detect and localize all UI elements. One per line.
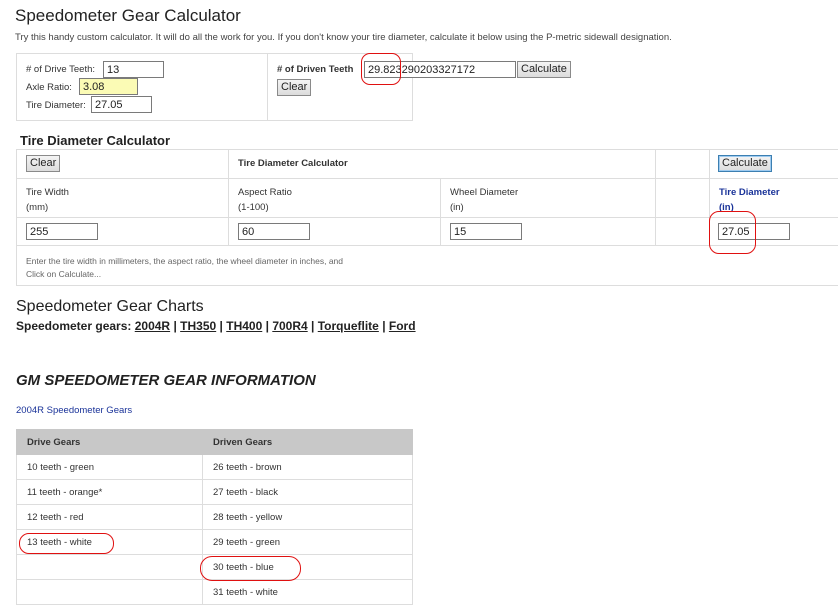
drive-gear-cell: 13 teeth - white xyxy=(16,529,203,555)
link-separator: | xyxy=(311,319,315,333)
tire-row-line-1 xyxy=(16,149,838,150)
tire-width-label: Tire Width xyxy=(26,187,69,198)
link-separator: | xyxy=(219,319,223,333)
driven-teeth-input[interactable] xyxy=(364,61,516,78)
link-2004r[interactable]: 2004R xyxy=(135,319,170,333)
page-title: Speedometer Gear Calculator xyxy=(15,6,241,25)
gm-subheading: 2004R Speedometer Gears xyxy=(16,405,133,416)
calculate-gear-button[interactable]: Calculate xyxy=(517,61,571,78)
driven-gear-cell: 29 teeth - green xyxy=(202,529,413,555)
drive-gear-cell xyxy=(16,579,203,605)
tire-calc-heading: Tire Diameter Calculator xyxy=(20,133,171,148)
driven-gear-cell: 27 teeth - black xyxy=(202,479,413,505)
axle-ratio-label: Axle Ratio: xyxy=(26,82,72,93)
tire-calc-header-label: Tire Diameter Calculator xyxy=(238,158,348,169)
table-row: 30 teeth - blue xyxy=(16,554,413,580)
aspect-ratio-unit: (1-100) xyxy=(238,202,269,213)
table-row: 13 teeth - white 29 teeth - green xyxy=(16,529,413,555)
driven-gear-cell: 30 teeth - blue xyxy=(202,554,413,580)
drive-gear-cell: 12 teeth - red xyxy=(16,504,203,530)
calculate-tire-button[interactable]: Calculate xyxy=(718,155,772,172)
gm-heading: GM SPEEDOMETER GEAR INFORMATION xyxy=(16,372,316,389)
tire-diameter-input[interactable] xyxy=(91,96,152,113)
result-diameter-unit: (in) xyxy=(719,202,734,213)
link-700r4[interactable]: 700R4 xyxy=(272,319,307,333)
table-row: 11 teeth - orange* 27 teeth - black xyxy=(16,479,413,505)
tire-diameter-label: Tire Diameter: xyxy=(26,100,86,111)
tire-col-line-3 xyxy=(655,149,656,245)
link-separator: | xyxy=(265,319,269,333)
driven-gear-cell: 26 teeth - brown xyxy=(202,454,413,480)
axle-ratio-input[interactable] xyxy=(79,78,138,95)
tire-help-line-1: Enter the tire width in millimeters, the… xyxy=(26,256,344,266)
aspect-ratio-input[interactable] xyxy=(238,223,310,240)
table-row: 12 teeth - red 28 teeth - yellow xyxy=(16,504,413,530)
driven-gear-cell: 31 teeth - white xyxy=(202,579,413,605)
tire-row-line-2 xyxy=(16,178,838,179)
charts-heading: Speedometer Gear Charts xyxy=(16,298,204,315)
table-header-row: Drive Gears Driven Gears xyxy=(16,429,413,455)
tire-col-line-2 xyxy=(440,178,441,245)
tire-width-unit: (mm) xyxy=(26,202,49,213)
tire-width-input[interactable] xyxy=(26,223,98,240)
drive-gear-cell: 11 teeth - orange* xyxy=(16,479,203,505)
driven-teeth-label: # of Driven Teeth xyxy=(277,64,354,75)
drive-gear-cell xyxy=(16,554,203,580)
tire-col-line-4 xyxy=(709,149,710,245)
drive-teeth-label: # of Drive Teeth: xyxy=(26,64,96,75)
tire-row-line-5 xyxy=(16,285,838,286)
col-drive-gears: Drive Gears xyxy=(16,429,203,455)
result-diameter-label: Tire Diameter xyxy=(719,187,780,198)
table-row: 10 teeth - green 26 teeth - brown xyxy=(16,454,413,480)
charts-prefix: Speedometer gears: xyxy=(16,319,132,333)
intro-text: Try this handy custom calculator. It wil… xyxy=(15,32,672,43)
link-th400[interactable]: TH400 xyxy=(226,319,262,333)
tire-row-line-3 xyxy=(16,217,838,218)
charts-links-row: Speedometer gears: 2004R | TH350 | TH400… xyxy=(16,319,416,333)
drive-gear-cell: 10 teeth - green xyxy=(16,454,203,480)
gear-table: Drive Gears Driven Gears 10 teeth - gree… xyxy=(16,429,413,605)
link-torqueflite[interactable]: Torqueflite xyxy=(318,319,379,333)
clear-gear-button[interactable]: Clear xyxy=(277,79,312,96)
wheel-diameter-label: Wheel Diameter xyxy=(450,187,519,198)
result-diameter-input[interactable] xyxy=(718,223,790,240)
link-ford[interactable]: Ford xyxy=(389,319,416,333)
wheel-diameter-input[interactable] xyxy=(450,223,522,240)
link-th350[interactable]: TH350 xyxy=(180,319,216,333)
clear-tire-button[interactable]: Clear xyxy=(26,155,61,172)
table-row: 31 teeth - white xyxy=(16,579,413,605)
tire-col-line-1 xyxy=(228,149,229,245)
col-driven-gears: Driven Gears xyxy=(202,429,413,455)
tire-row-line-4 xyxy=(16,245,838,246)
aspect-ratio-label: Aspect Ratio xyxy=(238,187,292,198)
link-separator: | xyxy=(382,319,386,333)
tire-help-line-2: Click on Calculate... xyxy=(26,269,102,279)
driven-gear-cell: 28 teeth - yellow xyxy=(202,504,413,530)
wheel-diameter-unit: (in) xyxy=(450,202,464,213)
drive-teeth-input[interactable] xyxy=(103,61,164,78)
tire-col-line-0 xyxy=(16,149,17,285)
link-separator: | xyxy=(173,319,177,333)
